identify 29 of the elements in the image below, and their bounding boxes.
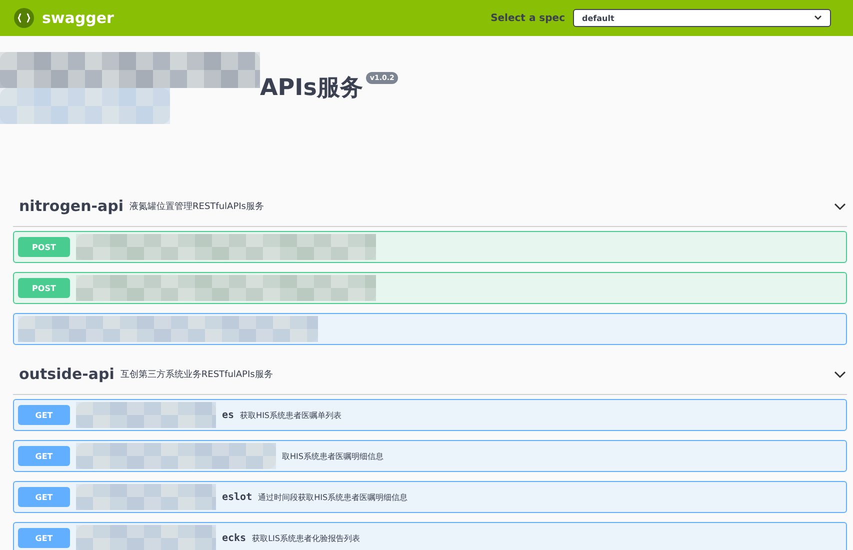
method-badge: GET <box>18 405 70 425</box>
spec-label: Select a spec <box>490 12 565 24</box>
section-description: 互创第三方系统业务RESTfulAPIs服务 <box>120 368 273 380</box>
operation-row[interactable]: GET 取HIS系统患者医嘱明细信息 <box>13 440 847 472</box>
logo-icon <box>14 8 34 28</box>
operation-summary: 获取HIS系统患者医嘱单列表 <box>240 410 342 420</box>
section-name: outside-api <box>19 365 114 383</box>
operation-summary: 通过时间段获取HIS系统患者医嘱明细信息 <box>258 492 408 502</box>
api-title: APIs服务 <box>260 74 363 103</box>
method-badge: POST <box>18 237 70 257</box>
section-header[interactable]: outside-api 互创第三方系统业务RESTfulAPIs服务 <box>13 354 847 395</box>
operation-row[interactable]: GET es 获取HIS系统患者医嘱单列表 <box>13 399 847 431</box>
operation-path: eslot <box>222 492 252 502</box>
operation-summary: 获取LIS系统患者化验报告列表 <box>252 532 360 544</box>
section-header[interactable]: nitrogen-api 液氮罐位置管理RESTfulAPIs服务 <box>13 186 847 227</box>
section-name: nitrogen-api <box>19 197 124 215</box>
operation-summary: 取HIS系统患者医嘱明细信息 <box>282 450 384 462</box>
method-badge: GET <box>18 528 70 548</box>
spec-select[interactable]: default <box>573 9 831 27</box>
operation-row[interactable]: GET eslot 通过时间段获取HIS系统患者医嘱明细信息 <box>13 481 847 513</box>
method-badge: POST <box>18 278 70 298</box>
operation-path: es <box>222 410 234 420</box>
operation-row[interactable]: GET ecks 获取LIS系统患者化验报告列表 <box>13 522 847 550</box>
section-description: 液氮罐位置管理RESTfulAPIs服务 <box>130 200 264 212</box>
logo-text: swagger <box>42 9 114 27</box>
caret-icon <box>814 15 822 21</box>
method-badge: GET <box>18 446 70 466</box>
method-badge: GET <box>18 487 70 507</box>
operation-path: ecks <box>222 532 246 544</box>
